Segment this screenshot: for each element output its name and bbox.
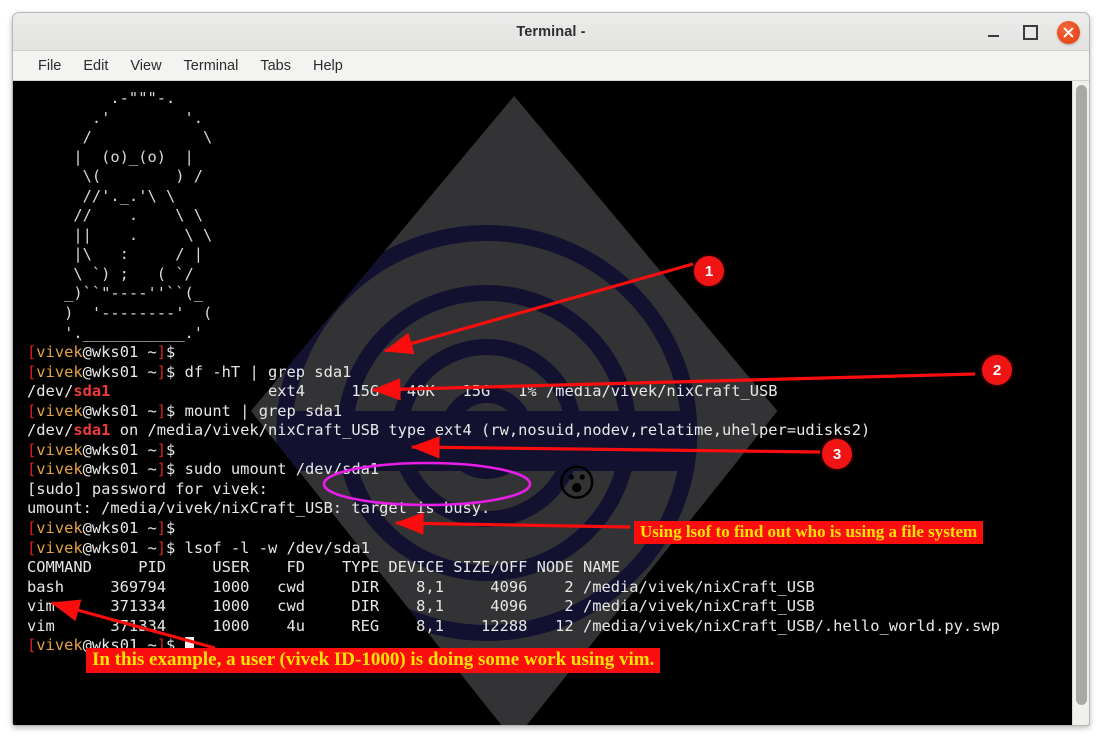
menu-item-file[interactable]: File	[27, 55, 72, 77]
badge-3: 3	[822, 439, 852, 469]
terminal-line: [sudo] password for vivek:	[27, 480, 268, 498]
terminal-line: umount: /media/vivek/nixCraft_USB: targe…	[27, 499, 490, 517]
vertical-scrollbar[interactable]	[1072, 81, 1089, 726]
close-icon[interactable]	[1057, 21, 1080, 44]
table-row: vim 371334 1000 cwd DIR 8,1 4096 2 /medi…	[27, 597, 815, 615]
terminal-line: [vivek@wks01 ~]$	[27, 441, 175, 459]
badge-1: 1	[694, 256, 724, 286]
menu-item-edit[interactable]: Edit	[72, 55, 119, 77]
terminal-text: .-"""-. .' '. / \ | (o)_(o) | \( ) / //'…	[13, 81, 1072, 656]
terminal-area: .-"""-. .' '. / \ | (o)_(o) | \( ) / //'…	[13, 81, 1089, 726]
terminal-screen[interactable]: .-"""-. .' '. / \ | (o)_(o) | \( ) / //'…	[13, 81, 1072, 726]
screenshot-root: Terminal - File Edit View Terminal Tabs …	[0, 0, 1108, 742]
terminal-line: [vivek@wks01 ~]$ mount | grep sda1	[27, 402, 342, 420]
window-controls	[983, 13, 1080, 51]
badge-2: 2	[982, 355, 1012, 385]
menu-item-terminal[interactable]: Terminal	[173, 55, 250, 77]
menu-bar: File Edit View Terminal Tabs Help	[13, 51, 1089, 81]
table-row: bash 369794 1000 cwd DIR 8,1 4096 2 /med…	[27, 578, 815, 596]
surprised-face-emoji: 😮	[557, 464, 597, 502]
terminal-window: Terminal - File Edit View Terminal Tabs …	[12, 12, 1090, 726]
menu-item-help[interactable]: Help	[302, 55, 354, 77]
terminal-line: [vivek@wks01 ~]$ df -hT | grep sda1	[27, 363, 351, 381]
terminal-line: [vivek@wks01 ~]$	[27, 519, 175, 537]
window-title: Terminal -	[13, 13, 1089, 51]
maximize-icon[interactable]	[1020, 22, 1040, 42]
table-row: vim 371334 1000 4u REG 8,1 12288 12 /med…	[27, 617, 1000, 635]
menu-item-view[interactable]: View	[119, 55, 172, 77]
title-bar[interactable]: Terminal -	[13, 13, 1089, 51]
table-header: COMMAND PID USER FD TYPE DEVICE SIZE/OFF…	[27, 558, 620, 576]
minimize-icon[interactable]	[983, 22, 1003, 42]
callout-example: In this example, a user (vivek ID-1000) …	[86, 648, 660, 673]
scrollbar-thumb[interactable]	[1076, 85, 1087, 705]
terminal-line: [vivek@wks01 ~]$ sudo umount /dev/sda1	[27, 460, 379, 478]
terminal-line: [vivek@wks01 ~]$ lsof -l -w /dev/sda1	[27, 539, 370, 557]
terminal-line: /dev/sda1 ext4 15G 40K 15G 1% /media/viv…	[27, 382, 778, 400]
menu-item-tabs[interactable]: Tabs	[249, 55, 302, 77]
terminal-line: /dev/sda1 on /media/vivek/nixCraft_USB t…	[27, 421, 870, 439]
ascii-art-tux: .-"""-. .' '. / \ | (o)_(o) | \( ) / //'…	[27, 89, 212, 342]
callout-lsof: Using lsof to find out who is using a fi…	[634, 521, 983, 544]
terminal-line: [vivek@wks01 ~]$	[27, 343, 175, 361]
